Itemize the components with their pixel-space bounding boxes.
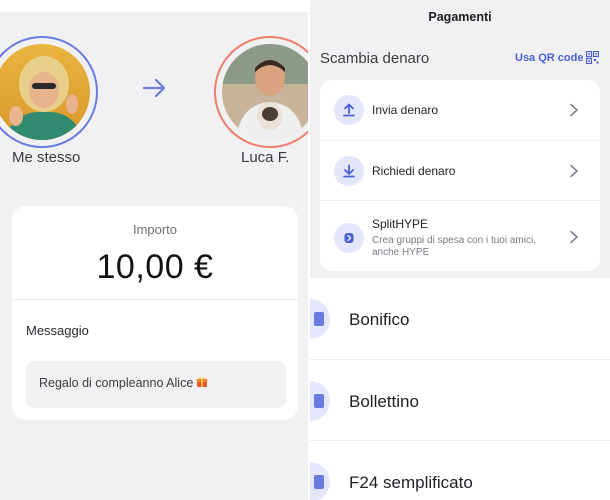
page-title: Pagamenti: [428, 10, 492, 24]
payments-panel: Pagamenti Scambia denaro Usa QR code Inv…: [310, 0, 610, 500]
download-icon: [334, 156, 364, 186]
send-money-panel: Me stesso Luca F. Importo 10,00 € Messag…: [0, 0, 308, 500]
bank-transfer-icon: [310, 299, 330, 339]
amount-card: Importo 10,00 € Messaggio Regalo di comp…: [12, 206, 298, 420]
transfer-section: Me stesso Luca F.: [0, 12, 308, 190]
send-money-item[interactable]: Invia denaro: [320, 80, 600, 140]
request-money-item[interactable]: Richiedi denaro: [320, 140, 600, 200]
recipient-avatar[interactable]: [214, 36, 308, 148]
splithype-subtitle-line-2: anche HYPE: [372, 247, 430, 258]
divider: [12, 299, 298, 300]
exchange-money-card: Invia denaro Richiedi denaro SplitHYPE C…: [320, 80, 600, 271]
message-text: Regalo di compleanno Alice: [39, 376, 208, 390]
gift-icon: [196, 377, 208, 387]
request-money-label: Richiedi denaro: [372, 164, 456, 178]
amount-value[interactable]: 10,00 €: [12, 248, 298, 287]
arrow-right-icon: [142, 78, 166, 98]
header: Pagamenti: [310, 0, 610, 36]
f24-item[interactable]: F24 semplificato: [310, 440, 610, 500]
sender-name: Me stesso: [12, 149, 81, 166]
splithype-subtitle-line-1: Crea gruppi di spesa con i tuoi amici,: [372, 235, 536, 246]
chevron-right-icon: [570, 230, 578, 244]
recipient-photo: [222, 44, 308, 140]
chevron-right-icon: [570, 164, 578, 178]
qr-code-icon[interactable]: [586, 51, 599, 64]
qr-code-link[interactable]: Usa QR code: [515, 52, 583, 64]
splithype-item[interactable]: SplitHYPE Crea gruppi di spesa con i tuo…: [320, 200, 600, 271]
top-strip: [0, 0, 308, 12]
bank-transfer-label: Bonifico: [349, 310, 410, 329]
upload-icon: [334, 95, 364, 125]
f24-icon: [310, 462, 330, 500]
send-money-label: Invia denaro: [372, 103, 439, 117]
sender-avatar[interactable]: [0, 36, 98, 148]
message-value: Regalo di compleanno Alice: [39, 376, 194, 390]
bollettino-item[interactable]: Bollettino: [310, 359, 610, 440]
section-title: Scambia denaro: [320, 50, 430, 67]
splithype-label: SplitHYPE: [372, 217, 429, 231]
chevron-right-icon: [570, 103, 578, 117]
payment-methods-list: Bonifico Bollettino F24 semplificato: [310, 278, 610, 500]
recipient-name: Luca F.: [241, 149, 290, 166]
bollettino-label: Bollettino: [349, 392, 419, 411]
message-field[interactable]: Regalo di compleanno Alice: [26, 361, 286, 408]
bollettino-icon: [310, 381, 330, 421]
message-label: Messaggio: [26, 323, 89, 338]
split-icon: [334, 223, 364, 253]
f24-label: F24 semplificato: [349, 473, 473, 492]
bank-transfer-item[interactable]: Bonifico: [310, 278, 610, 359]
sender-photo: [0, 44, 90, 140]
amount-label: Importo: [132, 222, 178, 237]
